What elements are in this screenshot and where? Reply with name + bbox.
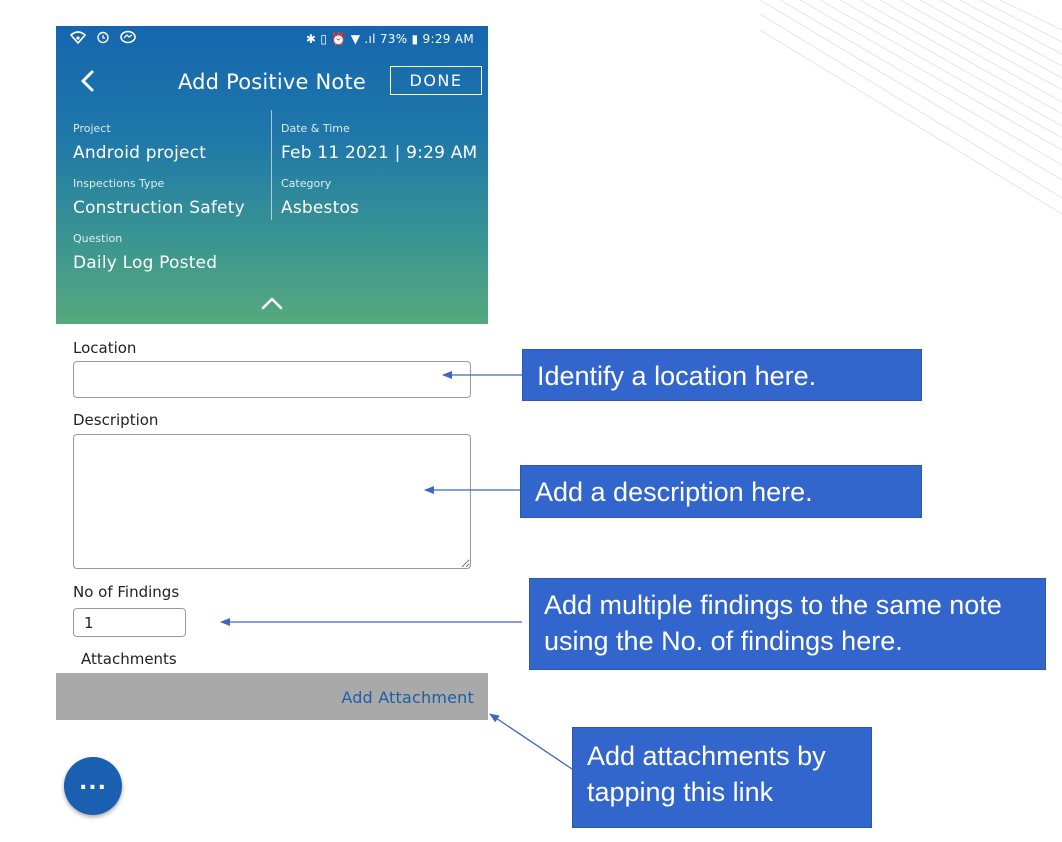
question-value: Daily Log Posted bbox=[73, 253, 218, 273]
location-input[interactable] bbox=[73, 361, 471, 398]
project-label: Project bbox=[73, 122, 111, 135]
findings-label: No of Findings bbox=[73, 583, 180, 601]
location-label: Location bbox=[73, 339, 137, 357]
findings-input[interactable]: 1 bbox=[73, 608, 186, 637]
description-label: Description bbox=[73, 411, 159, 429]
category-label: Category bbox=[281, 177, 332, 190]
note-header-panel: ✱ ▯ ⏰ ▼ .ıl 73% ▮ 9:29 AM Add Positive N… bbox=[56, 26, 488, 324]
details-divider bbox=[271, 110, 272, 220]
arrow-attachments bbox=[489, 713, 573, 770]
datetime-value: Feb 11 2021 | 9:29 AM bbox=[281, 143, 478, 163]
collapse-button[interactable] bbox=[256, 292, 288, 314]
alarm-icon bbox=[96, 30, 110, 48]
add-attachment-link[interactable]: Add Attachment bbox=[341, 688, 474, 707]
more-options-button[interactable]: ... bbox=[64, 757, 122, 815]
category-value: Asbestos bbox=[281, 198, 360, 218]
inspection-type-label: Inspections Type bbox=[73, 177, 165, 190]
status-bar: ✱ ▯ ⏰ ▼ .ıl 73% ▮ 9:29 AM bbox=[56, 26, 488, 54]
callout-location: Identify a location here. bbox=[522, 349, 922, 401]
messenger-icon bbox=[120, 30, 136, 48]
attachments-label: Attachments bbox=[81, 650, 177, 668]
decorative-lines bbox=[760, 0, 1062, 215]
signal-wifi-icon bbox=[69, 30, 87, 48]
status-indicators: ✱ ▯ ⏰ ▼ .ıl 73% ▮ 9:29 AM bbox=[305, 32, 474, 46]
chevron-up-icon bbox=[261, 297, 283, 310]
project-value: Android project bbox=[73, 143, 207, 163]
description-textarea[interactable] bbox=[73, 434, 471, 569]
status-left-icons bbox=[69, 30, 136, 48]
inspection-type-value: Construction Safety bbox=[73, 198, 245, 218]
question-label: Question bbox=[73, 232, 123, 245]
callout-findings: Add multiple findings to the same note u… bbox=[529, 578, 1046, 670]
callout-attachments: Add attachments by tapping this link bbox=[572, 727, 872, 828]
attachments-bar: Add Attachment bbox=[56, 673, 488, 720]
datetime-label: Date & Time bbox=[281, 122, 350, 135]
done-button[interactable]: DONE bbox=[390, 66, 482, 95]
callout-description: Add a description here. bbox=[520, 465, 922, 518]
